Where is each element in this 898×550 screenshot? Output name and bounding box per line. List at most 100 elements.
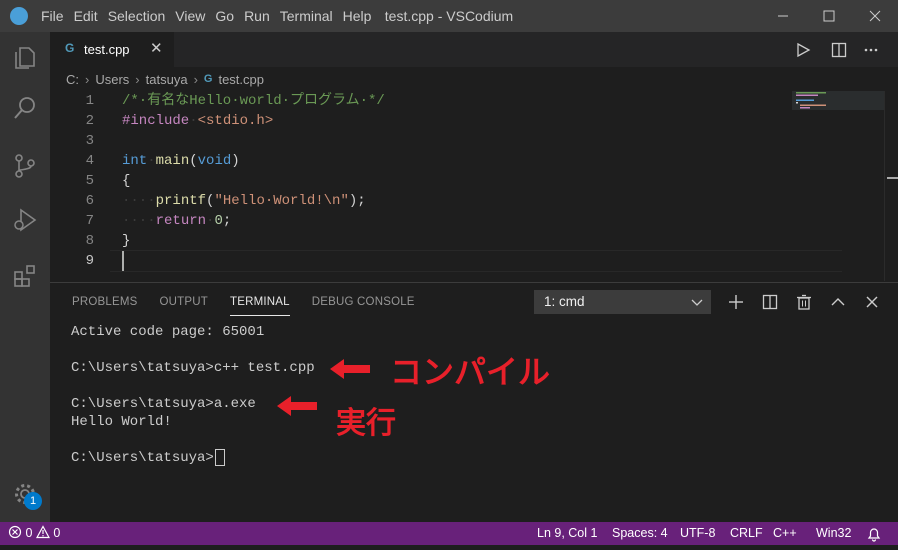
scrollbar-marker [887, 177, 898, 179]
menu-bar: File Edit Selection View Go Run Terminal… [36, 0, 376, 32]
text-cursor [122, 251, 124, 271]
extensions-icon [14, 265, 35, 287]
activity-bar: 1 [0, 32, 50, 522]
split-terminal-button[interactable] [757, 290, 783, 314]
breadcrumb-drive[interactable]: C: [66, 72, 79, 87]
files-icon [15, 47, 35, 69]
manage-button[interactable] [0, 470, 50, 518]
menu-selection[interactable]: Selection [103, 0, 171, 32]
menu-go[interactable]: Go [210, 0, 239, 32]
terminal-prompt: C:\Users\tatsuya> [71, 450, 214, 467]
line-number: 9 [85, 253, 94, 269]
menu-terminal[interactable]: Terminal [275, 0, 338, 32]
breadcrumb: C: › Users › tatsuya › G test.cpp [50, 67, 898, 91]
tab-label: test.cpp [84, 42, 130, 57]
terminal-select-value: 1: cmd [544, 294, 585, 309]
menu-help[interactable]: Help [338, 0, 377, 32]
arrow-left-icon [330, 359, 370, 379]
plus-icon [729, 295, 743, 309]
cursor-position[interactable]: Ln 9, Col 1 [537, 522, 597, 545]
menu-run[interactable]: Run [239, 0, 275, 32]
line-number: 5 [85, 173, 94, 189]
new-terminal-button[interactable] [723, 290, 749, 314]
close-panel-button[interactable] [859, 290, 885, 314]
bell-icon [867, 528, 881, 542]
chevron-down-icon [691, 299, 703, 306]
trash-icon [797, 294, 811, 310]
arrow-left-icon [277, 396, 317, 416]
source-control-button[interactable] [0, 142, 50, 190]
line-number: 6 [85, 193, 94, 209]
split-editor-button[interactable] [824, 32, 854, 67]
line-number: 3 [85, 133, 94, 149]
editor-tab-bar: G test.cpp ✕ [50, 32, 898, 67]
close-icon [866, 296, 878, 308]
language-mode[interactable]: C++ [773, 522, 797, 545]
vscodium-logo-icon [10, 7, 28, 25]
breadcrumb-file[interactable]: test.cpp [218, 72, 264, 87]
line-number: 8 [85, 233, 94, 249]
minimap[interactable] [792, 91, 884, 281]
notification-badge: 1 [24, 492, 42, 510]
tab-terminal[interactable]: TERMINAL [230, 283, 290, 316]
search-icon [14, 97, 35, 119]
terminal-panel: PROBLEMS OUTPUT TERMINAL DEBUG CONSOLE 1… [50, 282, 898, 523]
cpp-file-icon: G [65, 41, 75, 55]
tab-debug-console[interactable]: DEBUG CONSOLE [312, 283, 415, 321]
split-terminal-icon [762, 294, 778, 310]
line-numbers: 1 2 3 4 5 6 7 8 9 [50, 91, 110, 271]
run-debug-button[interactable] [0, 196, 50, 244]
breadcrumb-users[interactable]: Users [95, 72, 129, 87]
line-number: 2 [85, 113, 94, 129]
eol-status[interactable]: CRLF [730, 522, 763, 545]
code-line: { [122, 173, 131, 189]
vertical-scrollbar[interactable] [884, 91, 898, 281]
line-number: 7 [85, 213, 94, 229]
indentation-status[interactable]: Spaces: 4 [612, 522, 668, 545]
menu-file[interactable]: File [36, 0, 69, 32]
minimap-preview [792, 91, 884, 110]
tab-problems[interactable]: PROBLEMS [72, 283, 138, 321]
tab-test-cpp[interactable]: G test.cpp ✕ [50, 32, 174, 67]
maximize-button[interactable] [806, 0, 852, 32]
menu-edit[interactable]: Edit [69, 0, 103, 32]
code-line: } [122, 233, 131, 249]
chevron-right-icon: › [85, 71, 90, 87]
chevron-right-icon: › [193, 71, 198, 87]
problems-status[interactable]: 0 0 [8, 522, 60, 545]
close-window-button[interactable] [852, 0, 898, 32]
maximize-icon [823, 10, 835, 22]
close-tab-icon[interactable]: ✕ [150, 39, 163, 57]
breadcrumb-tatsuya[interactable]: tatsuya [146, 72, 188, 87]
minimize-icon [778, 15, 788, 17]
more-actions-button[interactable] [856, 32, 886, 67]
error-count: 0 [25, 526, 33, 540]
maximize-panel-button[interactable] [825, 290, 851, 314]
play-icon [797, 42, 811, 57]
minimize-button[interactable] [760, 0, 806, 32]
kill-terminal-button[interactable] [791, 290, 817, 314]
menu-view[interactable]: View [170, 0, 210, 32]
warning-count: 0 [53, 526, 61, 540]
explorer-button[interactable] [0, 34, 50, 82]
extensions-button[interactable] [0, 252, 50, 300]
line-number: 4 [85, 153, 94, 169]
platform-status[interactable]: Win32 [816, 522, 851, 545]
search-button[interactable] [0, 84, 50, 132]
panel-tabs: PROBLEMS OUTPUT TERMINAL DEBUG CONSOLE [72, 283, 437, 321]
code-line: /*·有名なHello·world·プログラム·*/ [122, 93, 385, 109]
code-editor[interactable]: 1 2 3 4 5 6 7 8 9 /*·有名なHello·world·プログラ… [50, 91, 898, 281]
run-file-button[interactable] [788, 32, 818, 67]
warning-icon [35, 525, 50, 539]
encoding-status[interactable]: UTF-8 [680, 522, 715, 545]
chevron-up-icon [831, 298, 845, 306]
terminal-select[interactable]: 1: cmd [534, 290, 711, 314]
run-debug-icon [14, 208, 37, 232]
cpp-file-icon: G [203, 73, 213, 85]
tab-output[interactable]: OUTPUT [160, 283, 208, 321]
notifications-button[interactable] [866, 526, 882, 550]
